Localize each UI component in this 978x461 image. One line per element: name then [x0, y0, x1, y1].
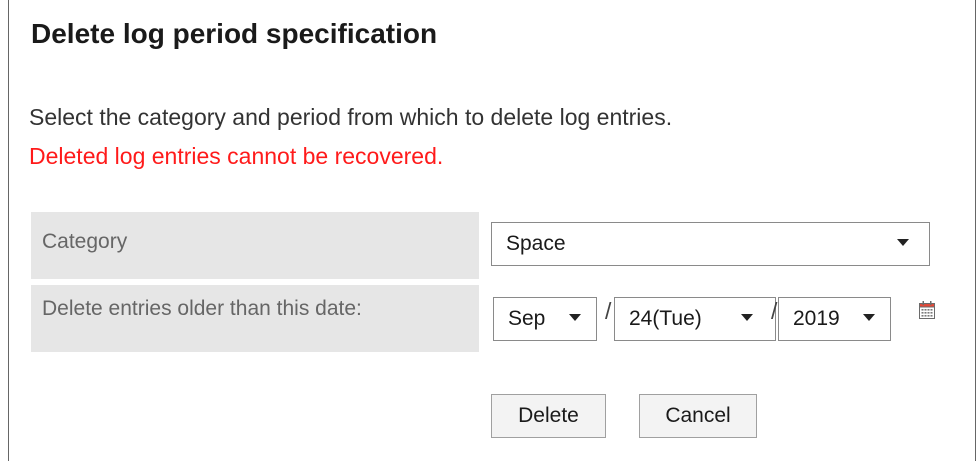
day-select[interactable]: 24(Tue) — [614, 297, 776, 341]
dialog-panel: Delete log period specification Select t… — [8, 0, 976, 461]
page-title: Delete log period specification — [31, 18, 438, 49]
cancel-button[interactable]: Cancel — [639, 394, 757, 438]
year-select[interactable]: 2019 — [778, 297, 891, 341]
delete-button[interactable]: Delete — [491, 394, 606, 438]
warning-text: Deleted log entries cannot be recovered. — [29, 143, 444, 169]
year-select-value: 2019 — [793, 307, 840, 330]
description-text: Select the category and period from whic… — [29, 104, 673, 130]
category-select-value: Space — [506, 232, 566, 255]
description-block: Select the category and period from whic… — [29, 98, 672, 176]
date-separator: / — [605, 298, 612, 324]
calendar-icon[interactable] — [919, 301, 935, 319]
chevron-down-icon — [897, 239, 909, 246]
date-label: Delete entries older than this date: — [31, 285, 479, 352]
month-select[interactable]: Sep — [493, 297, 597, 341]
day-select-value: 24(Tue) — [629, 307, 702, 330]
month-select-value: Sep — [508, 307, 546, 330]
chevron-down-icon — [569, 314, 581, 321]
date-separator: / — [771, 298, 778, 324]
category-select[interactable]: Space — [491, 222, 930, 266]
chevron-down-icon — [863, 314, 875, 321]
category-label: Category — [31, 212, 479, 279]
chevron-down-icon — [741, 314, 753, 321]
